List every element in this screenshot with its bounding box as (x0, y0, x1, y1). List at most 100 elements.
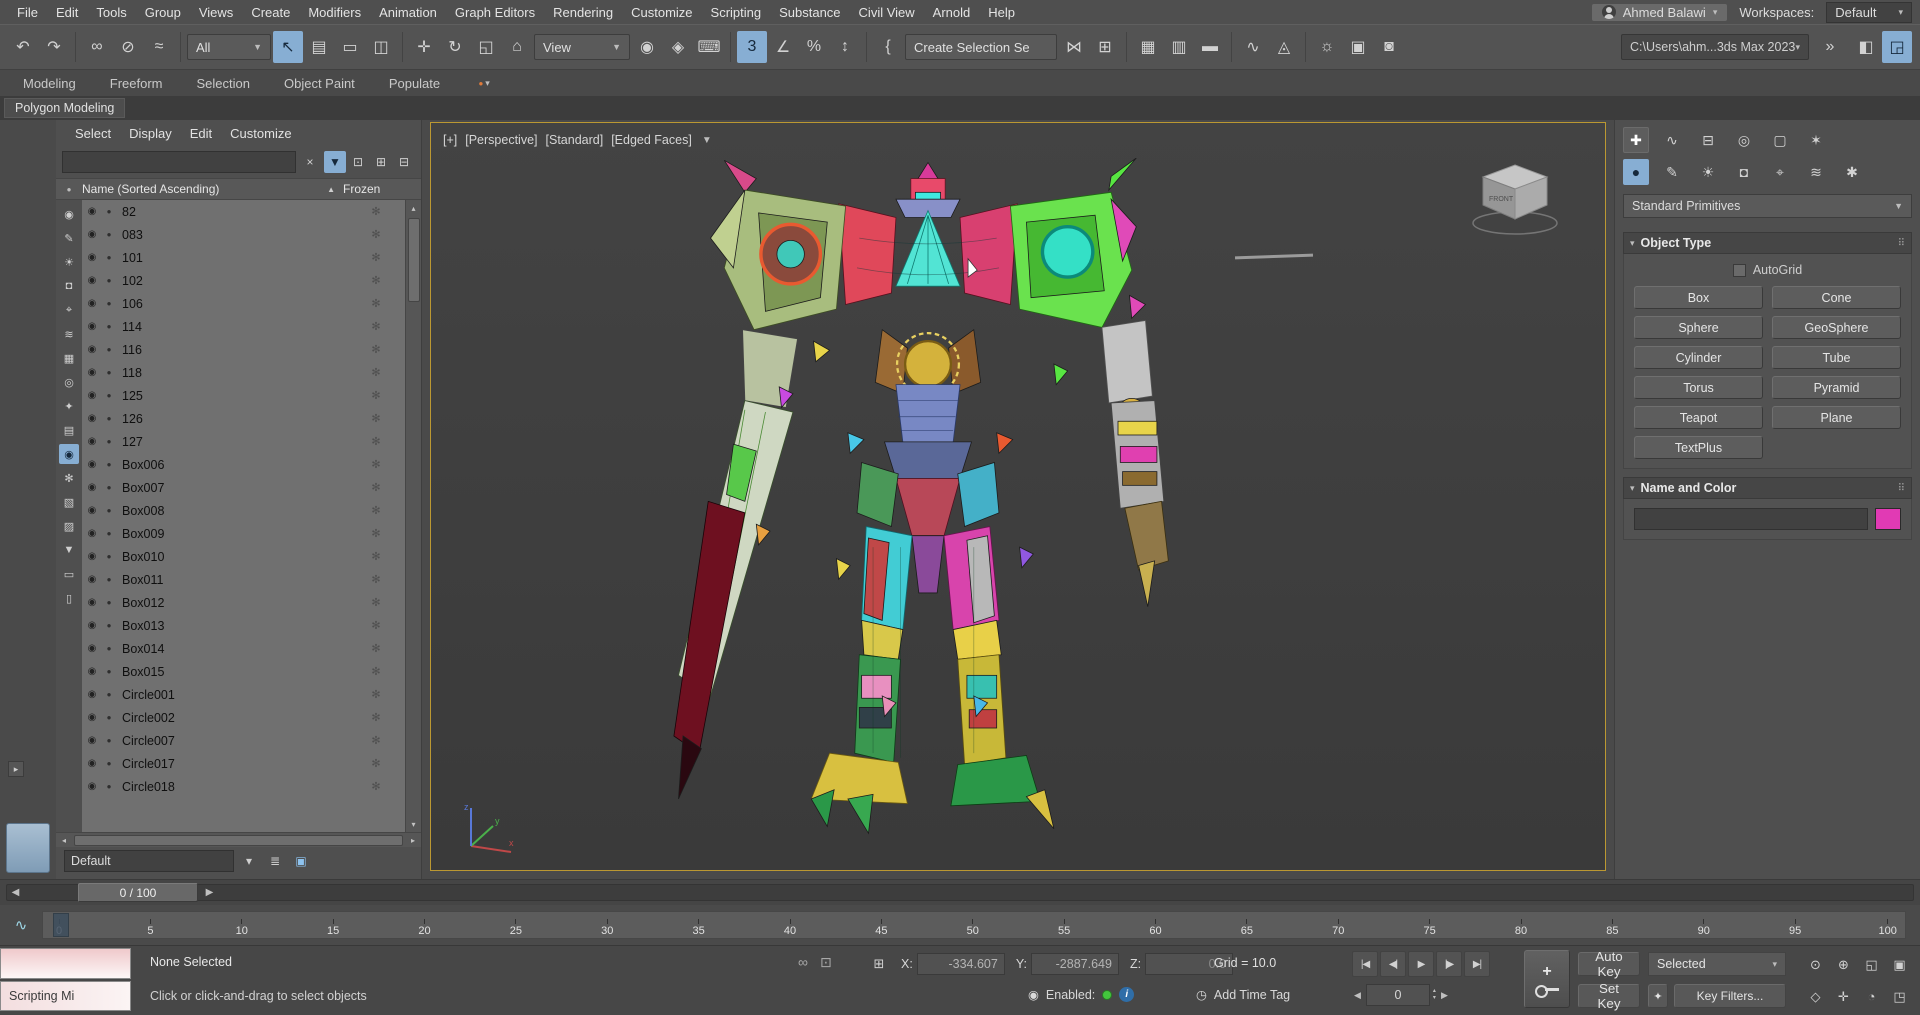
use-pivot-center-icon[interactable]: ◉ (632, 31, 662, 63)
scroll-up-icon[interactable]: ▴ (406, 200, 422, 216)
menu-item[interactable]: File (8, 3, 47, 22)
frozen-icon[interactable]: ✻ (347, 228, 405, 241)
frozen-icon[interactable]: ✻ (347, 274, 405, 287)
y-coordinate-field[interactable]: -2887.649 (1031, 953, 1119, 975)
horizontal-scrollbar[interactable]: ◂ ▸ (56, 832, 421, 847)
render-dot-icon[interactable]: ● (102, 460, 116, 469)
visibility-eye-icon[interactable]: ◉ (82, 321, 102, 332)
toggle-scene-explorer-icon[interactable]: ▥ (1164, 31, 1194, 63)
previous-frame-icon[interactable]: ◀| (1380, 951, 1406, 977)
render-dot-icon[interactable]: ● (102, 299, 116, 308)
explorer-menu[interactable]: Display (120, 124, 181, 143)
sync-selection-icon[interactable]: ⊞ (370, 151, 392, 173)
layer-explorer-icon[interactable]: ▦ (1133, 31, 1163, 63)
display-containers-icon[interactable]: ▤ (59, 420, 79, 440)
object-type-button[interactable]: Plane (1772, 406, 1901, 429)
viewport[interactable]: [+][Perspective][Standard][Edged Faces] … (430, 122, 1606, 871)
explorer-menu[interactable]: Edit (181, 124, 221, 143)
set-keys-button[interactable]: + (1524, 950, 1570, 1008)
isolate-selection-icon[interactable]: ◧ (1851, 31, 1881, 63)
table-row[interactable]: ◉ ● 102 ✻ (82, 269, 405, 292)
visibility-eye-icon[interactable]: ◉ (82, 482, 102, 493)
visibility-eye-icon[interactable]: ◉ (82, 735, 102, 746)
frozen-icon[interactable]: ✻ (347, 366, 405, 379)
menu-item[interactable]: Rendering (544, 3, 622, 22)
table-row[interactable]: ◉ ● Box015 ✻ (82, 660, 405, 683)
render-dot-icon[interactable]: ● (102, 529, 116, 538)
viewport-filter-icon[interactable]: ▼ (702, 135, 712, 146)
menu-item[interactable]: Modifiers (299, 3, 370, 22)
orbit-icon[interactable]: ◔ (1858, 983, 1885, 1010)
table-row[interactable]: ◉ ● Box008 ✻ (82, 499, 405, 522)
add-time-tag[interactable]: Add Time Tag (1214, 988, 1290, 1002)
menu-item[interactable]: Customize (622, 3, 701, 22)
display-cameras-icon[interactable]: ◘ (59, 276, 79, 296)
select-and-link-icon[interactable]: ∞ (82, 31, 112, 63)
visibility-eye-icon[interactable]: ◉ (82, 252, 102, 263)
render-dot-icon[interactable]: ● (102, 552, 116, 561)
vertical-scrollbar[interactable]: ▴ ▾ (405, 200, 421, 832)
object-name[interactable]: Circle018 (116, 780, 347, 794)
display-xrefs-icon[interactable]: ◎ (59, 372, 79, 392)
frozen-icon[interactable]: ✻ (347, 205, 405, 218)
frozen-icon[interactable]: ✻ (347, 688, 405, 701)
frozen-icon[interactable]: ✻ (347, 297, 405, 310)
viewport-label[interactable]: [Edged Faces] (611, 133, 692, 147)
track-bar[interactable]: 0510152025303540455055606570758085909510… (42, 911, 1906, 939)
signed-in-user[interactable]: Ahmed Balawi ▾ (1592, 4, 1728, 21)
menu-item[interactable]: Create (242, 3, 299, 22)
object-name[interactable]: 127 (116, 435, 347, 449)
next-key-icon[interactable]: ▶ (1439, 990, 1450, 1001)
scrollbar-thumb[interactable] (74, 835, 403, 846)
frozen-icon[interactable]: ✻ (347, 780, 405, 793)
menu-item[interactable]: Group (136, 3, 190, 22)
selection-lock-icon[interactable]: ⊡ (820, 954, 832, 971)
visibility-eye-icon[interactable]: ◉ (82, 505, 102, 516)
menu-item[interactable]: Graph Editors (446, 3, 544, 22)
clear-search-icon[interactable]: × (299, 151, 321, 173)
archive-icon[interactable]: ▯ (59, 588, 79, 608)
auto-key-button[interactable]: Auto Key (1578, 952, 1640, 976)
utilities-tab[interactable]: ✶ (1803, 127, 1829, 153)
render-dot-icon[interactable]: ● (102, 667, 116, 676)
ribbon-config-icon[interactable]: ● ▾ (469, 73, 499, 93)
motion-tab[interactable]: ◎ (1731, 127, 1757, 153)
display-spacewarps-icon[interactable]: ≋ (59, 324, 79, 344)
object-name[interactable]: Box006 (116, 458, 347, 472)
object-type-button[interactable]: Torus (1634, 376, 1763, 399)
visibility-eye-icon[interactable]: ◉ (82, 390, 102, 401)
object-name[interactable]: Box013 (116, 619, 347, 633)
display-visibility-icon[interactable]: ◉ (59, 444, 79, 464)
object-name[interactable]: Box012 (116, 596, 347, 610)
name-color-rollout-header[interactable]: ▾ Name and Color ⠿ (1623, 477, 1912, 499)
time-slider-area[interactable]: ◀ 0 / 100 ▶ (0, 879, 1920, 905)
object-type-button[interactable]: Cone (1772, 286, 1901, 309)
display-lights-icon[interactable]: ☀ (59, 252, 79, 272)
lock-explorer-icon[interactable]: ⊡ (347, 151, 369, 173)
frozen-icon[interactable]: ✻ (347, 251, 405, 264)
schematic-view-icon[interactable]: ◬ (1269, 31, 1299, 63)
key-selection-dropdown[interactable]: Selected ▾ (1648, 952, 1786, 976)
object-type-button[interactable]: Tube (1772, 346, 1901, 369)
select-and-place-icon[interactable]: ⌂ (502, 31, 532, 63)
select-and-move-icon[interactable]: ✛ (409, 31, 439, 63)
render-dot-icon[interactable]: ● (102, 414, 116, 423)
x-coordinate-field[interactable]: -334.607 (917, 953, 1005, 975)
scroll-right-icon[interactable]: ▸ (405, 833, 421, 848)
menu-item[interactable]: Animation (370, 3, 446, 22)
table-row[interactable]: ◉ ● 118 ✻ (82, 361, 405, 384)
toggle-ribbon-icon[interactable]: ▬ (1195, 31, 1225, 63)
frozen-icon[interactable]: ✻ (347, 481, 405, 494)
named-selection-set-field[interactable]: Create Selection Se (905, 34, 1057, 60)
visibility-eye-icon[interactable]: ◉ (82, 344, 102, 355)
frozen-column-header[interactable]: Frozen (343, 182, 405, 196)
frozen-icon[interactable]: ✻ (347, 527, 405, 540)
visibility-eye-icon[interactable]: ◉ (82, 620, 102, 631)
select-by-name-icon[interactable]: ▤ (304, 31, 334, 63)
layer-dropdown-icon[interactable]: ▾ (238, 850, 260, 872)
table-row[interactable]: ◉ ● Circle017 ✻ (82, 752, 405, 775)
object-name[interactable]: Circle017 (116, 757, 347, 771)
viewport-layout-tab[interactable] (6, 823, 50, 873)
visibility-eye-icon[interactable]: ◉ (82, 551, 102, 562)
explorer-menu[interactable]: Customize (221, 124, 300, 143)
